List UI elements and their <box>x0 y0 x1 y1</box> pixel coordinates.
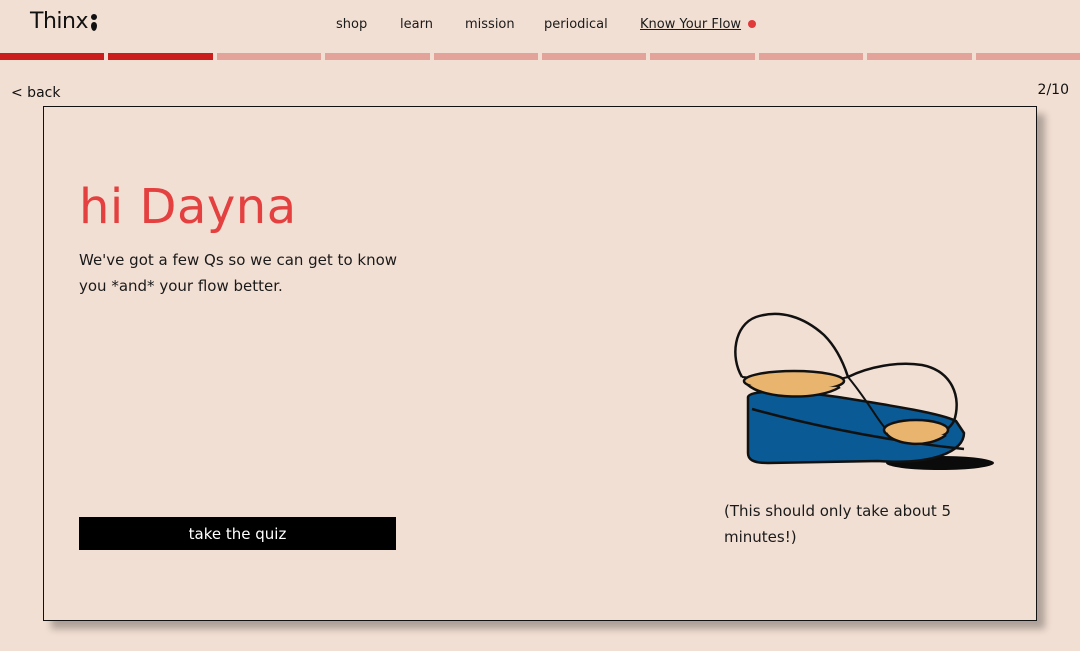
take-quiz-button[interactable]: take the quiz <box>79 517 396 550</box>
greeting-heading: hi Dayna <box>79 179 297 235</box>
active-dot-icon <box>748 20 757 28</box>
quiz-progress-bar <box>0 53 1080 60</box>
progress-segment <box>650 53 755 60</box>
nav-periodical[interactable]: periodical <box>544 17 608 32</box>
progress-segment <box>433 53 538 60</box>
intro-text: We've got a few Qs so we can get to know… <box>79 251 398 295</box>
nav-know-your-flow-label: Know Your Flow <box>640 17 742 32</box>
intro-card: hi Dayna We've got a few Qs so we can ge… <box>43 106 1037 621</box>
back-link[interactable]: < back <box>11 85 60 101</box>
progress-segment <box>867 53 972 60</box>
nav-shop[interactable]: shop <box>336 17 367 32</box>
hourglass-icon <box>734 312 994 470</box>
main-nav: shop learn mission periodical Know Your … <box>0 17 1080 37</box>
time-estimate-note: (This should only take about 5 minutes!) <box>724 502 952 546</box>
progress-segment <box>0 53 105 60</box>
progress-segment <box>758 53 864 60</box>
progress-segment <box>325 53 430 60</box>
progress-segment <box>108 53 213 60</box>
nav-mission[interactable]: mission <box>465 17 515 32</box>
nav-learn[interactable]: learn <box>400 17 433 32</box>
progress-segment <box>216 53 322 60</box>
step-indicator: 2/10 <box>1037 82 1069 98</box>
progress-segment <box>975 53 1080 60</box>
site-header: Thinx shop learn mission periodical Know… <box>0 0 1080 52</box>
progress-segment <box>542 53 647 60</box>
nav-know-your-flow[interactable]: Know Your Flow <box>640 17 757 32</box>
